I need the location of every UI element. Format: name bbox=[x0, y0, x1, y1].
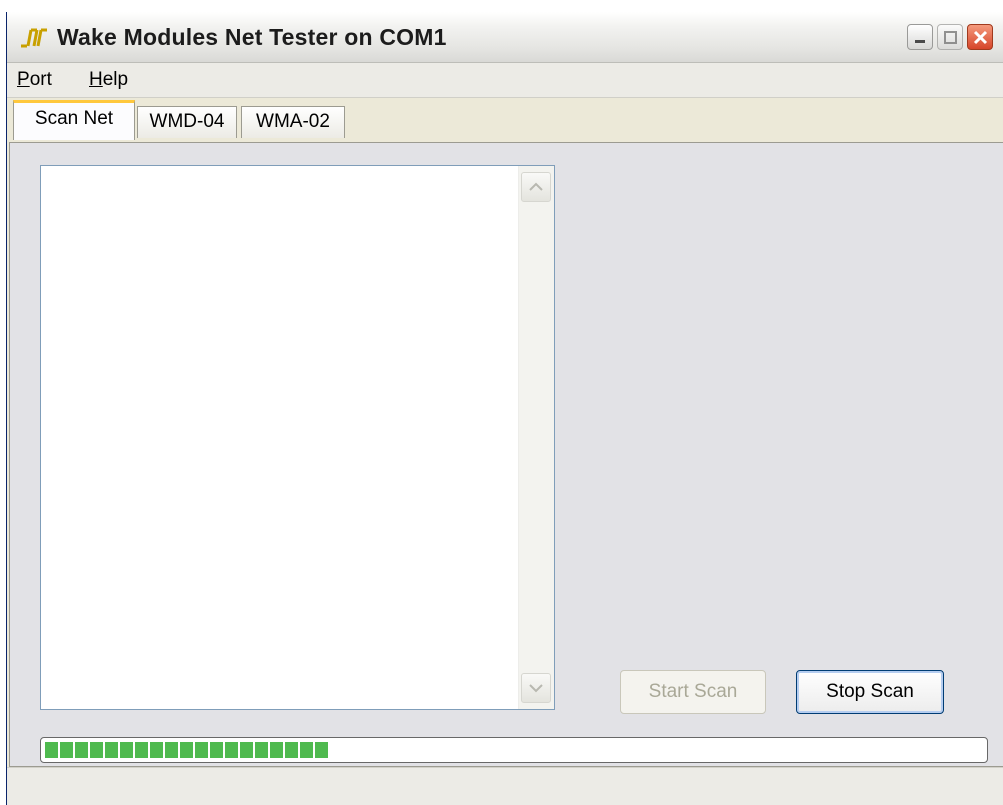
close-icon bbox=[973, 30, 988, 45]
tab-scan-net[interactable]: Scan Net bbox=[13, 100, 135, 140]
window-title: Wake Modules Net Tester on COM1 bbox=[57, 24, 447, 50]
menu-port-label: ort bbox=[29, 69, 52, 90]
vertical-scrollbar[interactable] bbox=[518, 166, 554, 709]
status-bar bbox=[7, 767, 1003, 805]
wake-app-icon bbox=[19, 24, 49, 50]
menu-help[interactable]: Help bbox=[89, 69, 128, 91]
title-bar[interactable]: Wake Modules Net Tester on COM1 bbox=[7, 12, 1003, 63]
scroll-down-button[interactable] bbox=[521, 673, 551, 703]
tab-strip: Scan Net WMD-04 WMA-02 bbox=[7, 98, 1003, 144]
menu-bar: Port Help bbox=[7, 63, 1003, 98]
tab-wma-02[interactable]: WMA-02 bbox=[241, 106, 345, 138]
tab-wmd-04[interactable]: WMD-04 bbox=[137, 106, 237, 138]
scan-results-list[interactable] bbox=[40, 165, 555, 710]
minimize-button[interactable] bbox=[907, 24, 933, 50]
scan-net-panel: Start Scan Stop Scan bbox=[9, 142, 1003, 767]
maximize-icon bbox=[944, 31, 957, 44]
close-button[interactable] bbox=[967, 24, 993, 50]
start-scan-button[interactable]: Start Scan bbox=[620, 670, 766, 714]
stop-scan-button[interactable]: Stop Scan bbox=[796, 670, 944, 714]
scroll-up-button[interactable] bbox=[521, 172, 551, 202]
menu-port[interactable]: Port bbox=[17, 69, 52, 91]
chevron-up-icon bbox=[529, 182, 543, 191]
app-window: Wake Modules Net Tester on COM1 Port Hel… bbox=[6, 12, 1003, 805]
menu-help-mnemonic: H bbox=[89, 69, 103, 90]
progress-fill bbox=[45, 742, 328, 758]
chevron-down-icon bbox=[529, 684, 543, 693]
menu-help-label: elp bbox=[102, 69, 129, 90]
scan-progress-bar bbox=[40, 737, 988, 763]
minimize-icon bbox=[915, 40, 925, 43]
menu-port-mnemonic: P bbox=[17, 69, 30, 90]
maximize-button[interactable] bbox=[937, 24, 963, 50]
